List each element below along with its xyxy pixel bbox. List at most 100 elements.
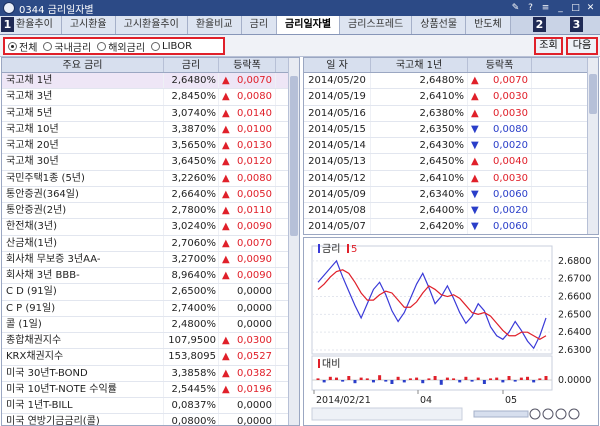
rate-change: ▲ 0,0090 [219,251,276,267]
row-date: 2014/05/13 [304,154,371,170]
table-row[interactable]: 회사채 무보증 3년AA- 3,2700% ▲ 0,0090 [2,251,299,268]
row-change: ▲ 0,0040 [468,154,532,170]
rate-name: 국고채 1년 [2,73,164,89]
table-row[interactable]: 미국 1년T-BILL 0,0837% 0,0000 [2,398,299,415]
volume-bar [495,377,499,380]
rate-name: 한전채(3년) [2,219,164,235]
main-plot-area [311,245,553,355]
table-row[interactable]: 2014/05/07 2,6420% ▼ 0,0060 [304,219,598,234]
volume-bar [501,380,505,383]
tab-1[interactable]: 고시환율 [61,16,116,34]
table-row[interactable]: 콜 (1일) 2,4800% 0,0000 [2,316,299,333]
table-row[interactable]: 2014/05/13 2,6450% ▲ 0,0040 [304,154,598,171]
pin-icon[interactable]: ✎ [510,3,521,14]
title-bar: 0344 금리일자별 ✎ ? ≡ _ □ ✕ [0,0,600,16]
table-row[interactable]: 국고채 10년 3,3870% ▲ 0,0100 [2,121,299,138]
filter-radio-0[interactable]: 전체 [8,39,37,54]
legend-series-0: 금리 [322,243,340,255]
table-row[interactable]: 국고채 20년 3,5650% ▲ 0,0130 [2,138,299,155]
x-tick-label: 04 [420,395,432,406]
zoom-in-icon[interactable] [542,408,554,420]
legend-swatch [318,244,320,253]
rate-value: 8,9640% [164,268,219,284]
table-row[interactable]: 미국 30년T-BOND 3,3858% ▲ 0,0382 [2,365,299,382]
rate-name: 미국 1년T-BILL [2,398,164,414]
table-row[interactable]: 국고채 1년 2,6480% ▲ 0,0070 [2,73,299,90]
volume-bar [421,380,425,384]
table-row[interactable]: 2014/05/09 2,6340% ▼ 0,0060 [304,186,598,203]
table-row[interactable]: 미국 연방기금금리(콜) 0,0800% 0,0000 [2,414,299,425]
table-row[interactable]: 미국 10년T-NOTE 수익률 2,5445% ▲ 0,0196 [2,381,299,398]
query-button[interactable]: 조회 [534,37,563,55]
tab-8[interactable]: 반도체 [466,16,511,34]
table-row[interactable]: 2014/05/08 2,6400% ▼ 0,0020 [304,203,598,220]
table-row[interactable]: 국고채 5년 3,0740% ▲ 0,0140 [2,105,299,122]
rate-change: ▲ 0,0300 [219,333,276,349]
row-rate: 2,6350% [371,121,468,137]
rate-change: ▲ 0,0070 [219,235,276,251]
row-date: 2014/05/07 [304,219,371,234]
table-row[interactable]: 2014/05/12 2,6410% ▲ 0,0030 [304,170,598,187]
radio-icon[interactable] [43,41,53,51]
volume-bar [402,380,406,383]
tab-4[interactable]: 금리 [241,16,278,34]
rate-change: ▲ 0,0090 [219,219,276,235]
table-row[interactable]: 국고채 3년 2,8450% ▲ 0,0080 [2,89,299,106]
table-row[interactable]: 회사채 3년 BBB- 8,9640% ▲ 0,0090 [2,268,299,285]
vertical-scrollbar[interactable] [288,58,299,425]
rate-value: 3,0240% [164,219,219,235]
up-arrow-icon: ▲ [222,156,230,168]
table-row[interactable]: C D (91일) 2,6500% 0,0000 [2,284,299,301]
table-row[interactable]: 종합채권지수 107,9500 ▲ 0,0300 [2,333,299,350]
table-row[interactable]: 한전채(3년) 3,0240% ▲ 0,0090 [2,219,299,236]
volume-bar [507,376,511,380]
close-icon[interactable]: ✕ [585,3,596,14]
rate-change: ▲ 0,0140 [219,105,276,121]
maximize-icon[interactable]: □ [570,3,581,14]
table-row[interactable]: 2014/05/19 2,6410% ▲ 0,0030 [304,89,598,106]
volume-bar [334,377,338,380]
volume-bar [316,378,320,380]
table-row[interactable]: KRX채권지수 153,8095 ▲ 0,0527 [2,349,299,366]
minimize-icon[interactable]: _ [555,3,566,14]
radio-icon[interactable] [97,41,107,51]
tab-2[interactable]: 고시환율추이 [115,16,188,34]
next-button[interactable]: 다음 [566,37,598,55]
table-row[interactable]: 2014/05/14 2,6430% ▼ 0,0020 [304,138,598,155]
scroll-thumb[interactable] [290,76,298,236]
tab-3[interactable]: 환율비교 [187,16,242,34]
filter-label: LIBOR [162,40,193,52]
table-row[interactable]: 통안증권(364일) 2,6640% ▲ 0,0050 [2,186,299,203]
volume-bar [322,380,326,383]
table-row[interactable]: 통안증권(2년) 2,7800% ▲ 0,0110 [2,203,299,220]
filter-radio-1[interactable]: 국내금리 [43,39,91,54]
table-row[interactable]: 국민주택1종 (5년) 3,2260% ▲ 0,0080 [2,170,299,187]
up-arrow-icon: ▲ [471,172,479,184]
menu-icon[interactable]: ≡ [540,3,551,14]
table-row[interactable]: 국고채 30년 3,6450% ▲ 0,0120 [2,154,299,171]
filter-radio-2[interactable]: 해외금리 [97,39,145,54]
table-row[interactable]: C P (91일) 2,7400% 0,0000 [2,300,299,317]
table-row[interactable]: 2014/05/15 2,6350% ▼ 0,0080 [304,121,598,138]
window-title: 0344 금리일자별 [19,4,94,16]
volume-bar [353,380,357,384]
rate-name: 미국 10년T-NOTE 수익률 [2,381,164,397]
volume-bar [341,380,345,382]
tab-6[interactable]: 금리스프레드 [340,16,413,34]
volume-bar [378,375,382,380]
table-row[interactable]: 2014/05/16 2,6380% ▲ 0,0030 [304,105,598,122]
zoom-fit-icon[interactable] [555,408,567,420]
filter-radio-3[interactable]: LIBOR [151,41,192,52]
scroll-thumb[interactable] [589,74,597,114]
zoom-out-icon[interactable] [529,408,541,420]
rate-value: 2,6480% [164,73,219,89]
tab-7[interactable]: 상품선물 [412,16,467,34]
help-icon[interactable]: ? [525,3,536,14]
radio-icon[interactable] [8,41,17,51]
vertical-scrollbar[interactable] [587,58,598,234]
refresh-icon[interactable] [568,408,580,420]
tab-5[interactable]: 금리일자별 [277,16,341,34]
table-row[interactable]: 2014/05/20 2,6480% ▲ 0,0070 [304,73,598,90]
radio-icon[interactable] [151,41,161,51]
table-row[interactable]: 산금채(1년) 2,7060% ▲ 0,0070 [2,235,299,252]
